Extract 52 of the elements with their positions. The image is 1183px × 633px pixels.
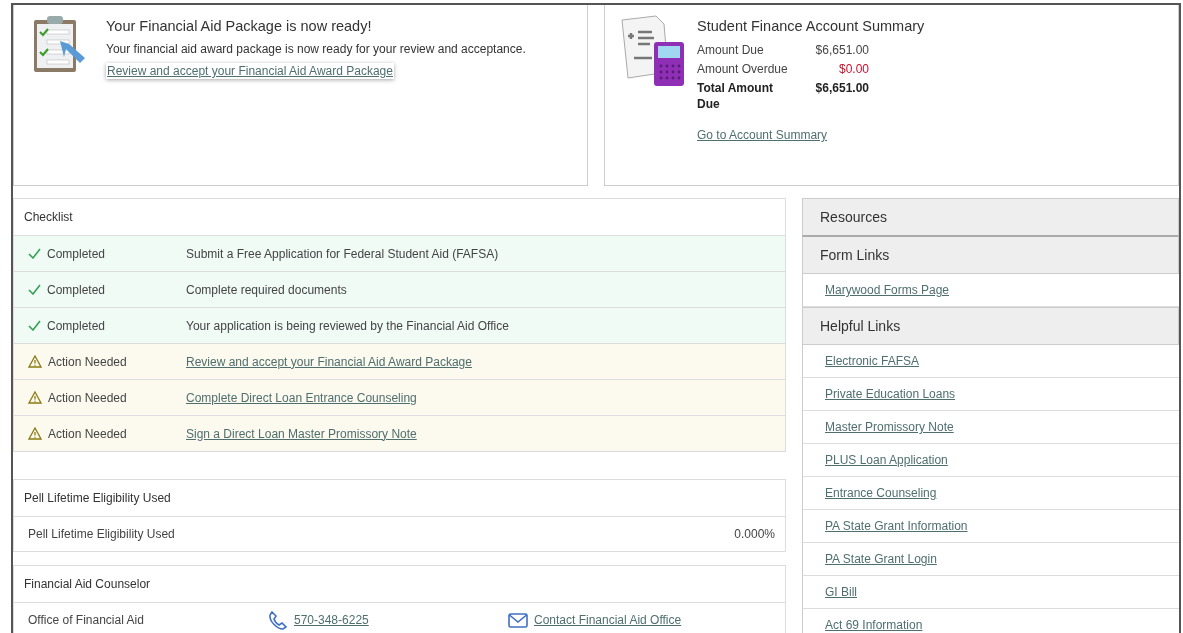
- checkmark-icon: [28, 284, 41, 295]
- status-label: Action Needed: [48, 426, 127, 441]
- summary-amount: $6,651.00: [814, 80, 869, 97]
- phone-icon: [268, 610, 288, 630]
- task-link[interactable]: Sign a Direct Loan Master Promissory Note: [186, 426, 417, 441]
- card-title: Your Financial Aid Package is now ready!: [106, 18, 372, 34]
- card-title: Student Finance Account Summary: [697, 18, 925, 34]
- panel-heading: Financial Aid Counselor: [14, 566, 785, 603]
- account-summary-link[interactable]: Go to Account Summary: [697, 128, 828, 142]
- pell-label: Pell Lifetime Eligibility Used: [28, 527, 175, 541]
- resource-link[interactable]: Private Education Loans: [825, 387, 956, 401]
- contact-link[interactable]: Contact Financial Aid Office: [534, 613, 682, 627]
- pell-value: 0.000%: [734, 527, 775, 541]
- resource-link[interactable]: Entrance Counseling: [825, 486, 937, 500]
- status-label: Completed: [47, 318, 106, 333]
- resource-link[interactable]: Electronic FAFSA: [825, 354, 920, 368]
- task-link[interactable]: Review and accept your Financial Aid Award Package: [186, 354, 472, 369]
- status-label: Completed: [47, 282, 106, 297]
- resource-link[interactable]: PA State Grant Login: [825, 552, 937, 566]
- task-link[interactable]: Complete Direct Loan Entrance Counseling: [186, 390, 417, 405]
- award-package-link[interactable]: Review and accept your Financial Aid Award Package: [106, 63, 394, 79]
- resources-heading: Resources: [802, 198, 1179, 237]
- section-heading: Helpful Links: [802, 307, 1179, 345]
- summary-label: Amount Overdue: [697, 61, 789, 77]
- summary-label: Amount Due: [697, 42, 765, 58]
- envelope-icon: [508, 612, 528, 628]
- warning-icon: [28, 391, 42, 404]
- panel-heading: Pell Lifetime Eligibility Used: [14, 480, 785, 517]
- resource-link[interactable]: Master Promissory Note: [825, 420, 954, 434]
- summary-amount: $0.00: [837, 61, 869, 77]
- invoice-calculator-icon: [618, 14, 684, 88]
- task-text: Complete required documents: [186, 282, 347, 297]
- status-label: Action Needed: [48, 354, 127, 369]
- resource-link[interactable]: Marywood Forms Page: [825, 283, 950, 297]
- warning-icon: [28, 427, 42, 440]
- resource-link[interactable]: GI Bill: [825, 585, 857, 599]
- section-heading: Form Links: [802, 237, 1179, 274]
- task-text: Your application is being reviewed by the Financial Aid Office: [186, 318, 509, 333]
- checkmark-icon: [28, 320, 41, 331]
- task-text: Submit a Free Application for Federal Student Aid (FAFSA): [186, 246, 499, 261]
- resource-link[interactable]: Act 69 Information: [825, 618, 923, 632]
- status-label: Action Needed: [48, 390, 127, 405]
- warning-icon: [28, 355, 42, 368]
- summary-label: Total Amount Due: [697, 80, 774, 112]
- checkmark-icon: [28, 248, 41, 259]
- phone-link[interactable]: 570-348-6225: [294, 613, 369, 627]
- resource-link[interactable]: PLUS Loan Application: [825, 453, 948, 467]
- status-label: Completed: [47, 246, 106, 261]
- card-message: Your financial aid award package is now ready for your review and acceptance.: [106, 42, 526, 56]
- resource-link[interactable]: PA State Grant Information: [825, 519, 968, 533]
- office-name: Office of Financial Aid: [28, 613, 144, 627]
- summary-amount: $6,651.00: [814, 42, 869, 58]
